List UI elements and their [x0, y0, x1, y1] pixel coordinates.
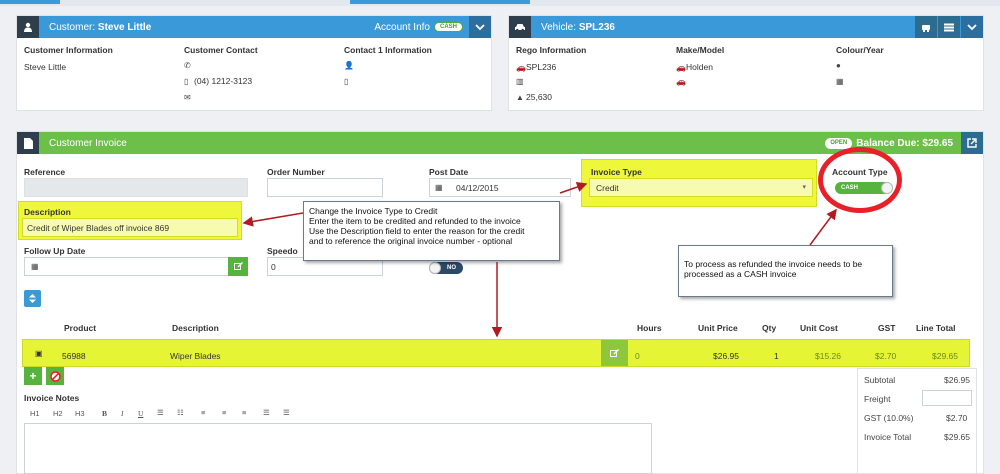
- arrow-to-invoice-type: [559, 181, 588, 194]
- annotation-arrows: [242, 181, 837, 338]
- arrow-to-description: [242, 212, 304, 227]
- arrow-to-account-type: [809, 208, 837, 246]
